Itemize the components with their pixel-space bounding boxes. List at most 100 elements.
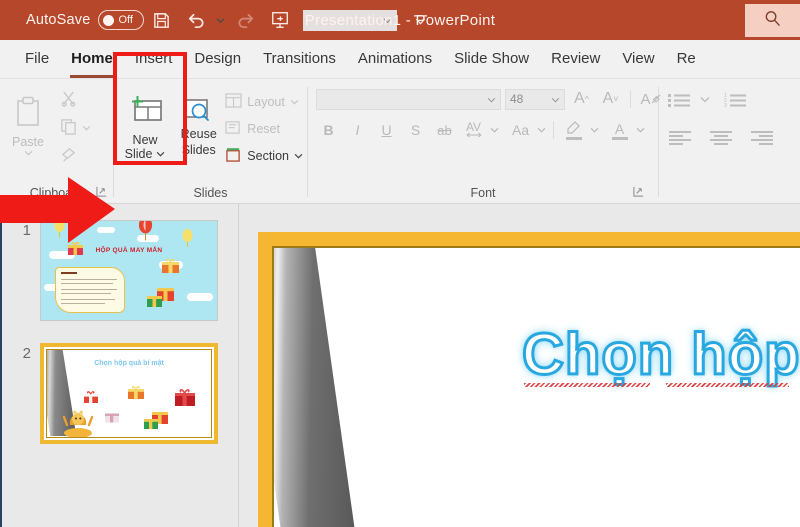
slide-1-title: HỘP QUÀ MAY MẮN [95, 247, 163, 254]
paste-button[interactable]: Paste [0, 85, 56, 158]
align-right-button[interactable] [749, 127, 775, 149]
copy-chevron-icon[interactable] [82, 124, 91, 133]
new-slide-button[interactable]: New Slide [114, 85, 176, 161]
italic-button[interactable]: I [345, 119, 370, 141]
tab-slide-show[interactable]: Slide Show [443, 39, 540, 78]
font-group-label: Font [470, 186, 496, 200]
spellcheck-underline-2 [666, 383, 789, 387]
reuse-slides-label-line2: Slides [181, 143, 216, 157]
bullets-button[interactable] [667, 89, 693, 111]
section-chevron-icon[interactable] [294, 152, 303, 161]
divider [553, 121, 554, 139]
highlight-chevron-icon[interactable] [590, 126, 599, 135]
powerpoint-window: AutoSave Off Presentation1 - PowerPoint … [0, 0, 800, 527]
slide-title-text[interactable]: Chọn hộp q [520, 321, 800, 389]
change-case-button[interactable]: Aa [508, 119, 533, 141]
slide-1-art: HỘP QUÀ MAY MẮN [41, 221, 217, 320]
new-slide-icon [124, 89, 166, 131]
undo-dropdown-icon[interactable] [212, 3, 229, 37]
highlighter-icon [565, 120, 583, 137]
font-color-button[interactable]: A [607, 119, 632, 141]
current-slide-frame[interactable]: Chọn hộp q [258, 232, 800, 527]
tab-file[interactable]: File [14, 39, 60, 78]
save-icon[interactable] [144, 3, 178, 37]
clipboard-dialog-launcher-icon[interactable] [96, 186, 107, 200]
character-spacing-chevron-icon[interactable] [490, 126, 499, 135]
font-color-chevron-icon[interactable] [636, 126, 645, 135]
chevron-down-icon [383, 11, 392, 29]
font-size-value: 48 [510, 92, 524, 106]
slide-2-title: Chọn hộp quà bí mật [94, 360, 164, 367]
qat-more-icon[interactable] [403, 3, 437, 37]
start-presentation-icon[interactable] [263, 3, 297, 37]
font-size-chevron-icon[interactable] [551, 92, 560, 106]
paste-chevron-icon[interactable] [24, 149, 33, 158]
slides-group-label: Slides [193, 186, 228, 200]
slide-1-canvas[interactable]: HỘP QUÀ MAY MẮN [40, 220, 218, 321]
align-left-button[interactable] [667, 127, 693, 149]
font-color-label: A [614, 120, 625, 137]
increase-font-size-button[interactable]: A ^ [569, 88, 594, 110]
text-shadow-button[interactable]: S [403, 119, 428, 141]
slide-board-edge [274, 248, 375, 527]
tab-insert[interactable]: Insert [124, 39, 184, 78]
decrease-font-size-button[interactable]: A ˅ [598, 88, 623, 110]
title-bar: AutoSave Off Presentation1 - PowerPoint [0, 0, 800, 40]
autosave-toggle[interactable]: Off [98, 10, 145, 30]
font-name-input[interactable] [316, 88, 501, 110]
format-painter-button[interactable] [56, 145, 95, 167]
section-button[interactable]: Section [221, 145, 307, 167]
text-highlight-button[interactable] [561, 119, 586, 141]
clipboard-group-label: Clipboard [29, 186, 84, 200]
quick-access-toolbar: AutoSave Off [0, 0, 437, 40]
reuse-slides-button[interactable]: Reuse Slides [176, 85, 221, 157]
font-name-chevron-icon[interactable] [487, 92, 496, 106]
tab-view[interactable]: View [611, 39, 665, 78]
change-case-label: Aa [511, 122, 530, 138]
slide-thumbnails-pane: 1 HỘP QUÀ MAY MẮN 2 Chọn hộp quà bí mật [2, 204, 238, 527]
tab-home[interactable]: Home [60, 39, 124, 78]
section-icon [225, 147, 242, 165]
underline-button[interactable]: U [374, 119, 399, 141]
layout-icon [225, 93, 242, 111]
reuse-slides-label-line1: Reuse [180, 127, 217, 141]
layout-chevron-icon[interactable] [290, 98, 299, 107]
slide-editing-stage[interactable]: Chọn hộp q [242, 204, 800, 527]
slide-thumbnail-1[interactable]: 1 HỘP QUÀ MAY MẮN [2, 220, 238, 321]
tab-design[interactable]: Design [183, 39, 252, 78]
cut-button[interactable] [56, 89, 95, 111]
reset-button[interactable]: Reset [221, 118, 307, 140]
copy-button[interactable] [56, 117, 95, 139]
font-size-input[interactable]: 48 [505, 88, 565, 110]
bold-label: B [323, 122, 334, 138]
redo-icon [229, 3, 263, 37]
scissors-icon [60, 90, 77, 110]
tab-animations[interactable]: Animations [347, 39, 443, 78]
bold-button[interactable]: B [316, 119, 341, 141]
bullets-chevron-icon[interactable] [700, 96, 710, 105]
tab-review[interactable]: Review [540, 39, 611, 78]
font-dialog-launcher-icon[interactable] [633, 186, 644, 200]
slide-2-art: Chọn hộp quà bí mật [40, 343, 218, 444]
search-button[interactable] [745, 4, 800, 37]
qat-dropdown[interactable] [303, 9, 398, 31]
current-slide-surface[interactable]: Chọn hộp q [272, 246, 800, 527]
ribbon-group-clipboard: Paste Clipboard [0, 79, 113, 203]
change-case-chevron-icon[interactable] [537, 126, 546, 135]
slide-thumbnail-2[interactable]: 2 Chọn hộp quà bí mật [2, 343, 238, 444]
character-spacing-button[interactable]: AV [461, 119, 486, 141]
strikethrough-button[interactable]: ab [432, 119, 457, 141]
undo-icon[interactable] [178, 3, 212, 37]
slide-2-canvas[interactable]: Chọn hộp quà bí mật [40, 343, 218, 444]
ribbon-group-slides: New Slide Reuse Slides Layout Reset Sect… [114, 79, 307, 203]
tab-recording[interactable]: Re [666, 39, 707, 78]
layout-button[interactable]: Layout [221, 91, 307, 113]
tab-transitions[interactable]: Transitions [252, 39, 347, 78]
format-painter-icon [60, 146, 77, 166]
text-shadow-label: S [410, 122, 421, 138]
align-center-button[interactable] [708, 127, 734, 149]
spellcheck-underline-1 [524, 383, 650, 387]
new-slide-chevron-icon[interactable] [156, 150, 165, 159]
numbering-button[interactable]: 123 [723, 89, 749, 111]
divider [630, 90, 631, 108]
